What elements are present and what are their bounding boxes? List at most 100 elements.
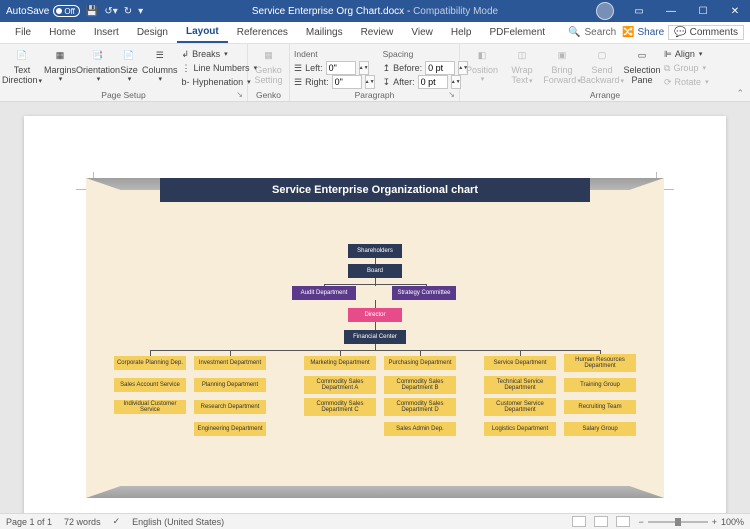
menu-tabs: File Home Insert Design Layout Reference… [0, 22, 750, 44]
group-paragraph: Indent ☰Left:▲▼ ☰Right:▲▼ Spacing ↥Befor… [290, 44, 460, 101]
margins-button[interactable]: ▦Margins▾ [44, 46, 76, 84]
collapse-ribbon-icon[interactable]: ⌃ [736, 88, 744, 99]
zoom-slider[interactable] [648, 521, 708, 523]
group-genko: ▦GenkoSetting Genko [248, 44, 290, 101]
group-label-page-setup: Page Setup [101, 90, 145, 100]
document-page[interactable]: Service Enterprise Organizational chart … [24, 116, 726, 513]
status-language[interactable]: English (United States) [132, 517, 224, 527]
tab-design[interactable]: Design [128, 22, 177, 43]
ribbon: 📄TextDirection▾ ▦Margins▾ 📑Orientation▾ … [0, 44, 750, 102]
tab-review[interactable]: Review [352, 22, 403, 43]
search-input[interactable]: 🔍Search [568, 27, 616, 38]
view-read-icon[interactable] [572, 516, 586, 527]
breaks-button[interactable]: ↲Breaks▾ [182, 47, 258, 61]
org-node: Audit Department [292, 286, 356, 300]
org-node: Board [348, 264, 402, 278]
tab-pdfelement[interactable]: PDFelement [480, 22, 554, 43]
org-node: Planning Department [194, 378, 266, 392]
status-words[interactable]: 72 words [64, 517, 101, 527]
chart-title: Service Enterprise Organizational chart [160, 178, 590, 202]
tab-mailings[interactable]: Mailings [297, 22, 352, 43]
window-title: Service Enterprise Org Chart.docx - Comp… [252, 6, 498, 17]
spacing-before-field[interactable]: ↥Before:▲▼ [383, 61, 469, 75]
bring-forward-button: ▣BringForward▾ [544, 46, 580, 86]
indent-left-icon: ☰ [294, 63, 302, 74]
align-icon: ⊫ [664, 49, 672, 60]
tab-help[interactable]: Help [442, 22, 481, 43]
autosave-toggle[interactable]: AutoSave Off [6, 5, 80, 17]
org-node: Marketing Department [304, 356, 376, 370]
share-button[interactable]: 🔀Share [622, 27, 664, 38]
selection-pane-button[interactable]: ▭SelectionPane [624, 46, 660, 86]
org-node: Investment Department [194, 356, 266, 370]
comments-button[interactable]: 💬Comments [668, 25, 744, 40]
user-avatar[interactable] [596, 2, 614, 20]
close-icon[interactable]: ✕ [720, 0, 750, 22]
minimize-icon[interactable]: — [656, 0, 686, 22]
view-print-icon[interactable] [594, 516, 608, 527]
org-node: Service Department [484, 356, 556, 370]
send-backward-button: ▢SendBackward▾ [584, 46, 620, 86]
columns-button[interactable]: ☰Columns▾ [142, 46, 178, 84]
orientation-button[interactable]: 📑Orientation▾ [80, 46, 116, 84]
size-button[interactable]: 📄Size▾ [120, 46, 138, 84]
group-page-setup: 📄TextDirection▾ ▦Margins▾ 📑Orientation▾ … [0, 44, 248, 101]
zoom-value[interactable]: 100% [721, 517, 744, 527]
dialog-launcher-paragraph-icon[interactable]: ↘ [448, 90, 455, 100]
tab-insert[interactable]: Insert [85, 22, 128, 43]
tab-home[interactable]: Home [40, 22, 85, 43]
indent-header: Indent [294, 47, 375, 61]
save-icon[interactable]: 💾 [86, 6, 98, 17]
org-chart: Service Enterprise Organizational chart … [86, 178, 664, 498]
org-node: Commodity Sales Department B [384, 376, 456, 394]
tab-view[interactable]: View [402, 22, 442, 43]
org-node: Strategy Committee [392, 286, 456, 300]
comments-icon: 💬 [674, 27, 686, 38]
redo-icon[interactable]: ↻ [124, 6, 132, 17]
qat-more-icon[interactable]: ▾ [138, 6, 143, 17]
zoom-in-icon[interactable]: + [712, 517, 717, 527]
undo-icon[interactable]: ↺▾ [104, 6, 117, 17]
org-node: Purchasing Department [384, 356, 456, 370]
text-direction-button[interactable]: 📄TextDirection▾ [4, 46, 40, 86]
tab-references[interactable]: References [228, 22, 297, 43]
org-node: Sales Account Service [114, 378, 186, 392]
rotate-icon: ⟳ [664, 77, 672, 88]
line-num-icon: ⋮ [182, 63, 191, 74]
align-button[interactable]: ⊫Align▾ [664, 47, 709, 61]
quick-access-toolbar: 💾 ↺▾ ↻ ▾ [86, 6, 143, 17]
org-node: Individual Customer Service [114, 400, 186, 414]
indent-left-field[interactable]: ☰Left:▲▼ [294, 61, 375, 75]
breaks-icon: ↲ [182, 49, 190, 60]
zoom-out-icon[interactable]: − [638, 517, 643, 527]
document-stage: Service Enterprise Organizational chart … [0, 102, 750, 513]
maximize-icon[interactable]: ☐ [688, 0, 718, 22]
tab-layout[interactable]: Layout [177, 22, 228, 43]
before-icon: ↥ [383, 63, 391, 74]
status-page[interactable]: Page 1 of 1 [6, 517, 52, 527]
group-label-arrange: Arrange [590, 90, 620, 100]
view-web-icon[interactable] [616, 516, 630, 527]
tab-file[interactable]: File [6, 22, 40, 43]
org-node: Training Group [564, 378, 636, 392]
ribbon-opts-icon[interactable]: ▭ [624, 0, 654, 22]
org-node: Shareholders [348, 244, 402, 258]
hyphen-icon: b- [182, 77, 190, 87]
indent-right-field[interactable]: ☰Right:▲▼ [294, 75, 375, 89]
titlebar: AutoSave Off 💾 ↺▾ ↻ ▾ Service Enterprise… [0, 0, 750, 22]
line-numbers-button[interactable]: ⋮Line Numbers▾ [182, 61, 258, 75]
share-icon: 🔀 [622, 27, 634, 38]
spacing-after-field[interactable]: ↧After:▲▼ [383, 75, 469, 89]
indent-right-icon: ☰ [294, 77, 302, 88]
group-button: ⧉Group▾ [664, 61, 709, 75]
proofing-icon[interactable]: ✓ [113, 516, 121, 527]
org-node: Technical Service Department [484, 376, 556, 394]
org-node: Salary Group [564, 422, 636, 436]
group-icon: ⧉ [664, 63, 670, 74]
hyphenation-button[interactable]: b-Hyphenation▾ [182, 75, 258, 89]
org-node: Engineering Department [194, 422, 266, 436]
group-label-paragraph: Paragraph [355, 90, 395, 100]
dialog-launcher-icon[interactable]: ↘ [236, 90, 243, 100]
rotate-button: ⟳Rotate▾ [664, 75, 709, 89]
group-label-genko: Genko [256, 90, 281, 100]
